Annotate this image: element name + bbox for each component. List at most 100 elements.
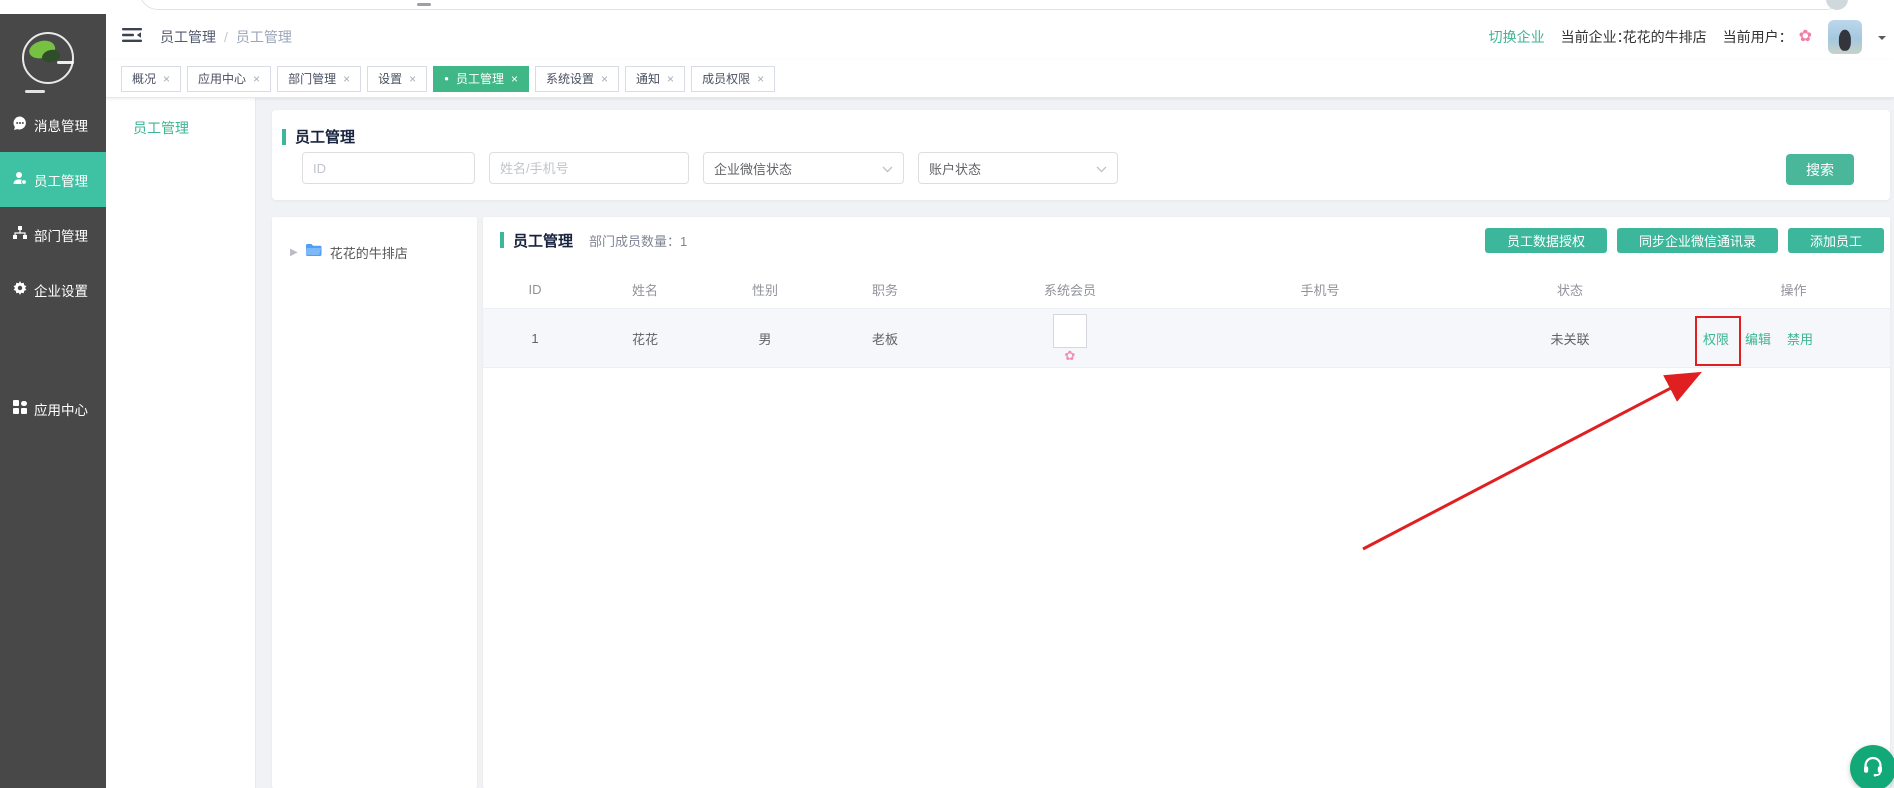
switch-company-link[interactable]: 切换企业 — [1489, 27, 1545, 47]
flower-emoji-icon: ✿ — [1065, 349, 1076, 362]
chevron-down-icon — [882, 161, 893, 176]
folder-icon — [305, 243, 323, 262]
col-status: 状态 — [1443, 280, 1697, 299]
sidebar-item-departments[interactable]: 部门管理 — [0, 207, 106, 262]
org-icon — [12, 225, 28, 244]
breadcrumb-current: 员工管理 — [236, 27, 292, 47]
account-status-select[interactable]: 账户状态 — [918, 152, 1118, 184]
cell-name: 花花 — [587, 329, 703, 348]
sidebar-item-company-settings[interactable]: 企业设置 — [0, 262, 106, 317]
tab-employees-active[interactable]: ●员工管理× — [433, 66, 529, 92]
sidebar: 消息管理 员工管理 部门管理 企业设置 — [0, 14, 106, 788]
table-row: 1 花花 男 老板 ✿ 未关联 权限 编辑 禁用 — [483, 308, 1890, 368]
browser-address-bar — [139, 0, 1845, 10]
breadcrumb-root[interactable]: 员工管理 — [160, 27, 216, 47]
department-tree-panel: ▶ 花花的牛排店 — [272, 217, 477, 788]
close-icon[interactable]: × — [163, 73, 170, 85]
tree-node-label: 花花的牛排店 — [330, 243, 408, 262]
tab-settings[interactable]: 设置× — [367, 66, 427, 92]
user-dropdown-caret-icon[interactable] — [1878, 36, 1886, 44]
submenu-panel: 员工管理 — [106, 98, 256, 788]
current-user-label: 当前用户： — [1723, 27, 1793, 47]
caret-right-icon[interactable]: ▶ — [290, 248, 298, 258]
chevron-down-icon — [1096, 161, 1107, 176]
headset-icon — [1861, 754, 1885, 783]
company-logo — [22, 30, 82, 96]
gear-icon — [12, 280, 28, 299]
tab-overview[interactable]: 概况× — [121, 66, 181, 92]
disable-link[interactable]: 禁用 — [1787, 329, 1813, 348]
tab-app-center[interactable]: 应用中心× — [187, 66, 271, 92]
sidebar-item-app-center[interactable]: 应用中心 — [0, 381, 106, 436]
member-avatar[interactable] — [1053, 314, 1087, 348]
name-phone-input[interactable] — [489, 152, 689, 184]
col-system-member: 系统会员 — [943, 280, 1197, 299]
add-employee-button[interactable]: 添加员工 — [1788, 228, 1884, 253]
col-actions: 操作 — [1697, 280, 1890, 299]
logo-circle — [22, 32, 74, 84]
sync-wechat-contacts-button[interactable]: 同步企业微信通讯录 — [1617, 228, 1778, 253]
active-dot-icon: ● — [444, 75, 449, 83]
tab-member-permissions[interactable]: 成员权限× — [691, 66, 775, 92]
cell-status: 未关联 — [1443, 329, 1697, 348]
sidebar-item-label: 应用中心 — [34, 399, 88, 419]
close-icon[interactable]: × — [511, 73, 518, 85]
current-company: 当前企业：花花的牛排店 — [1561, 27, 1707, 47]
cell-gender: 男 — [703, 329, 827, 348]
sidebar-item-label: 员工管理 — [34, 170, 88, 190]
cell-job: 老板 — [827, 329, 943, 348]
title-accent-bar — [500, 232, 504, 248]
main-content: 员工管理 员工管理 企业微信状态 账户状态 搜索 ▶ — [106, 98, 1894, 788]
sidebar-item-label: 企业设置 — [34, 280, 88, 300]
title-accent-bar — [282, 129, 286, 145]
submenu-item-employees[interactable]: 员工管理 — [106, 118, 255, 138]
table-card-header: 员工管理 部门成员数量：1 员工数据授权 同步企业微信通讯录 添加员工 — [483, 227, 1890, 253]
browser-strip — [0, 0, 1894, 14]
current-user: 当前用户： ✿ — [1723, 27, 1812, 47]
filter-card-title: 员工管理 — [282, 126, 355, 147]
wechat-status-select[interactable]: 企业微信状态 — [703, 152, 904, 184]
col-phone: 手机号 — [1197, 280, 1443, 299]
current-company-label: 当前企业： — [1561, 27, 1631, 47]
cell-id: 1 — [483, 331, 587, 346]
table-title: 员工管理 — [513, 230, 573, 251]
tab-bar: 概况× 应用中心× 部门管理× 设置× ●员工管理× 系统设置× 通知× 成员权… — [106, 60, 1894, 98]
col-id: ID — [483, 282, 587, 297]
close-icon[interactable]: × — [667, 73, 674, 85]
user-icon — [12, 170, 28, 189]
col-name: 姓名 — [587, 280, 703, 299]
close-icon[interactable]: × — [409, 73, 416, 85]
close-icon[interactable]: × — [343, 73, 350, 85]
menu-fold-icon[interactable] — [122, 27, 142, 48]
id-input[interactable] — [302, 152, 475, 184]
tab-system-settings[interactable]: 系统设置× — [535, 66, 619, 92]
grid-icon — [12, 399, 28, 418]
search-button[interactable]: 搜索 — [1786, 154, 1854, 185]
breadcrumb-separator: / — [224, 29, 228, 45]
tab-departments[interactable]: 部门管理× — [277, 66, 361, 92]
close-icon[interactable]: × — [757, 73, 764, 85]
close-icon[interactable]: × — [601, 73, 608, 85]
user-avatar[interactable] — [1828, 20, 1862, 54]
close-icon[interactable]: × — [253, 73, 260, 85]
sidebar-item-label: 消息管理 — [34, 115, 88, 135]
permission-link[interactable]: 权限 — [1703, 329, 1729, 348]
data-authorize-button[interactable]: 员工数据授权 — [1485, 228, 1607, 253]
tab-notifications[interactable]: 通知× — [625, 66, 685, 92]
member-count: 部门成员数量：1 — [589, 231, 687, 250]
table-header-row: ID 姓名 性别 职务 系统会员 手机号 状态 操作 — [483, 275, 1890, 303]
app-window: 消息管理 员工管理 部门管理 企业设置 — [0, 0, 1894, 788]
employee-table-card: 员工管理 部门成员数量：1 员工数据授权 同步企业微信通讯录 添加员工 ID 姓… — [483, 217, 1890, 788]
customer-service-fab[interactable] — [1850, 745, 1894, 788]
tree-node-company[interactable]: ▶ 花花的牛排店 — [272, 217, 477, 262]
cell-actions: 权限 编辑 禁用 — [1697, 329, 1890, 348]
sidebar-item-label: 部门管理 — [34, 225, 88, 245]
sidebar-item-messages[interactable]: 消息管理 — [0, 97, 106, 152]
filter-card: 员工管理 企业微信状态 账户状态 搜索 — [272, 110, 1890, 200]
edit-link[interactable]: 编辑 — [1745, 329, 1771, 348]
flower-emoji-icon: ✿ — [1799, 29, 1812, 45]
app-header: 员工管理 / 员工管理 切换企业 当前企业：花花的牛排店 当前用户： ✿ — [106, 14, 1894, 60]
sidebar-item-employees[interactable]: 员工管理 — [0, 152, 106, 207]
browser-address-text-fragment — [417, 3, 431, 6]
col-job: 职务 — [827, 280, 943, 299]
